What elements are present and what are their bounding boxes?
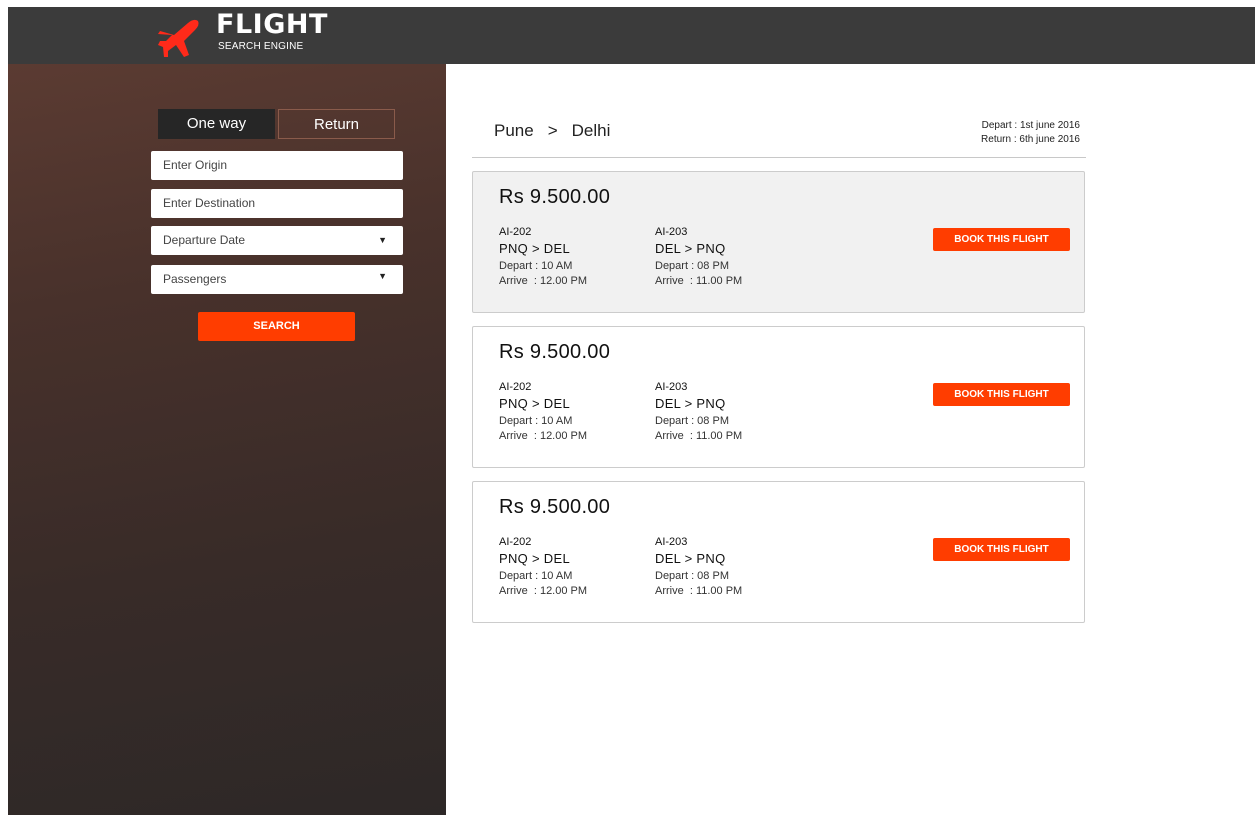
book-flight-button[interactable]: BOOK THIS FLIGHT [933,383,1070,406]
origin-input[interactable] [163,151,391,179]
leg-route: DEL > PNQ [655,241,726,256]
departure-date-label: Departure Date [163,233,246,247]
depart-time: Depart : 10 AM [499,570,573,582]
outbound-leg: AI-202 PNQ > DEL Depart : 10 AM Arrive :… [499,536,649,599]
airplane-icon [158,19,199,57]
flight-price: Rs 9.500.00 [499,496,611,518]
triangle-down-icon: ▼ [378,235,387,245]
outbound-leg: AI-202 PNQ > DEL Depart : 10 AM Arrive :… [499,381,649,444]
flight-card: Rs 9.500.00 AI-202 PNQ > DEL Depart : 10… [472,326,1085,468]
arrive-time: Arrive : 11.00 PM [655,275,743,287]
outbound-leg: AI-202 PNQ > DEL Depart : 10 AM Arrive :… [499,226,649,289]
route-title: Pune > Delhi [494,121,610,141]
leg-route: PNQ > DEL [499,396,570,411]
flight-code: AI-202 [499,536,532,548]
flight-card: Rs 9.500.00 AI-202 PNQ > DEL Depart : 10… [472,481,1085,623]
app-subtitle: SEARCH ENGINE [218,41,304,52]
passengers-label: Passengers [163,272,227,286]
arrive-time: Arrive : 11.00 PM [655,430,743,442]
leg-route: DEL > PNQ [655,396,726,411]
depart-time: Depart : 08 PM [655,415,729,427]
return-date: Return : 6th june 2016 [981,134,1080,145]
depart-time: Depart : 08 PM [655,570,729,582]
leg-route: PNQ > DEL [499,551,570,566]
inbound-leg: AI-203 DEL > PNQ Depart : 08 PM Arrive :… [655,381,805,444]
leg-route: DEL > PNQ [655,551,726,566]
arrive-time: Arrive : 12.00 PM [499,585,588,597]
trip-dates: Depart : 1st june 2016 Return : 6th june… [981,119,1080,147]
passengers-select[interactable]: Passengers ▼ [151,265,403,294]
arrive-time: Arrive : 12.00 PM [499,430,588,442]
inbound-leg: AI-203 DEL > PNQ Depart : 08 PM Arrive :… [655,536,805,599]
flight-code: AI-203 [655,381,688,393]
destination-input[interactable] [163,189,391,217]
app-frame: FLIGHT SEARCH ENGINE One way Return Depa… [8,7,1255,815]
flight-code: AI-203 [655,536,688,548]
arrive-time: Arrive : 12.00 PM [499,275,588,287]
depart-time: Depart : 10 AM [499,260,573,272]
triangle-down-icon: ▼ [378,271,387,281]
inbound-leg: AI-203 DEL > PNQ Depart : 08 PM Arrive :… [655,226,805,289]
one-way-tab[interactable]: One way [158,109,275,139]
depart-time: Depart : 08 PM [655,260,729,272]
book-flight-button[interactable]: BOOK THIS FLIGHT [933,228,1070,251]
route-origin: Pune [494,121,534,140]
flight-code: AI-202 [499,226,532,238]
departure-date-select[interactable]: Departure Date ▼ [151,226,403,255]
route-summary: Pune > Delhi Depart : 1st june 2016 Return… [472,107,1086,158]
return-tab[interactable]: Return [278,109,395,139]
arrive-time: Arrive : 11.00 PM [655,585,743,597]
destination-field[interactable] [151,189,403,218]
search-button[interactable]: SEARCH [198,312,355,341]
flight-code: AI-202 [499,381,532,393]
leg-route: PNQ > DEL [499,241,570,256]
route-destination: Delhi [571,121,611,140]
origin-field[interactable] [151,151,403,180]
book-flight-button[interactable]: BOOK THIS FLIGHT [933,538,1070,561]
trip-type-toggle: One way Return [158,109,396,141]
search-sidebar: One way Return Departure Date ▼ Passenge… [8,64,446,815]
flight-code: AI-203 [655,226,688,238]
top-header: FLIGHT SEARCH ENGINE [8,7,1255,64]
app-title: FLIGHT [216,9,328,40]
depart-date: Depart : 1st june 2016 [981,120,1080,131]
flight-price: Rs 9.500.00 [499,186,611,208]
route-separator: > [547,121,558,140]
depart-time: Depart : 10 AM [499,415,573,427]
flight-price: Rs 9.500.00 [499,341,611,363]
flight-card: Rs 9.500.00 AI-202 PNQ > DEL Depart : 10… [472,171,1085,313]
